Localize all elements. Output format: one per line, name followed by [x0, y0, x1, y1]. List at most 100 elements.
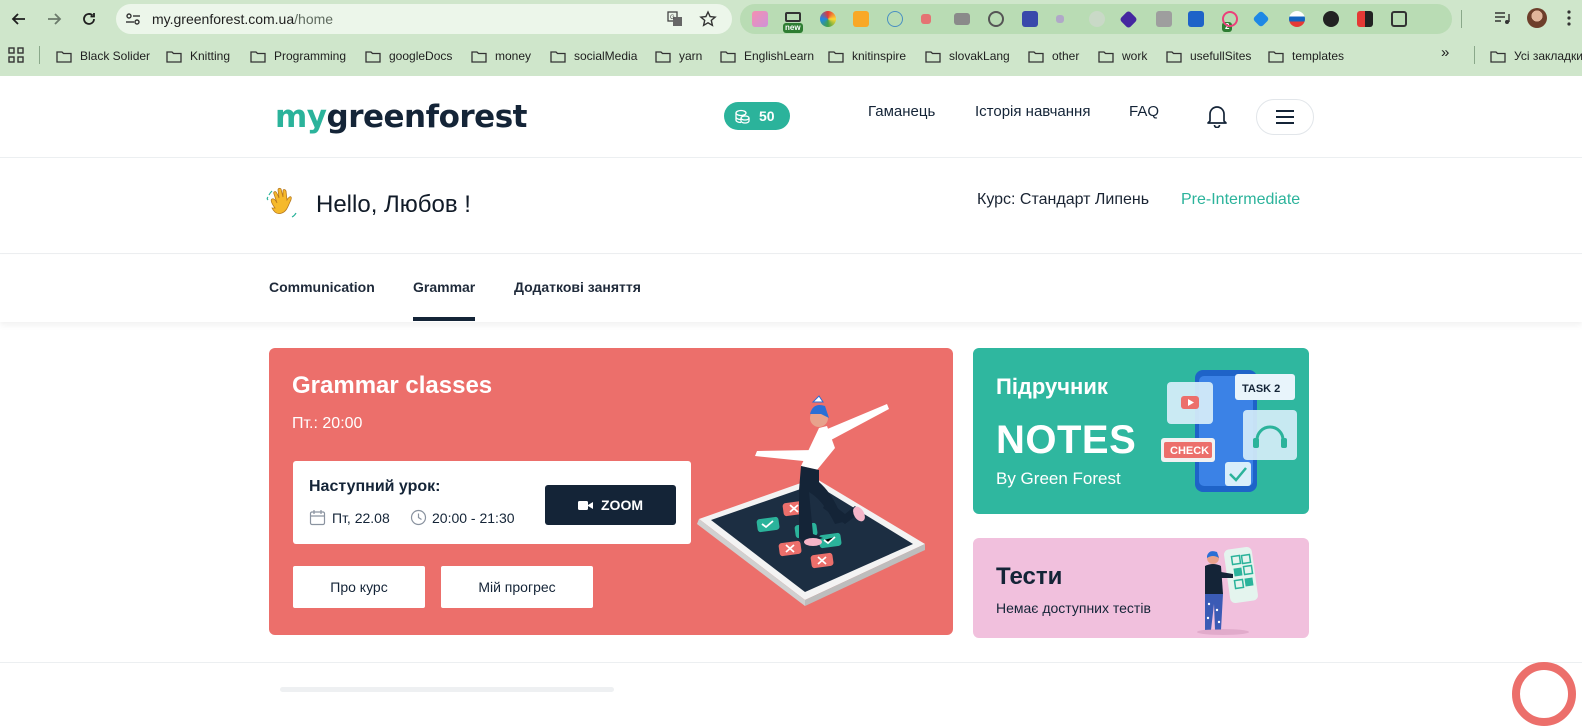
textbook-notes-card[interactable]: Підручник NOTES By Green Forest TASK 2 C… — [973, 348, 1309, 514]
folder-icon — [1268, 50, 1284, 63]
about-course-button[interactable]: Про курс — [293, 566, 425, 608]
greeting-bar: Hello, Любов ! Курс: Стандарт Липень Pre… — [0, 159, 1582, 254]
extensions-puzzle-icon[interactable] — [1391, 11, 1407, 27]
help-chat-button[interactable] — [1512, 662, 1576, 726]
course-name: Курс: Стандарт Липень — [977, 191, 1150, 208]
hamburger-icon — [1276, 110, 1294, 124]
bookmark-folder[interactable]: Black Solider — [56, 47, 150, 65]
bookmark-folder[interactable]: yarn — [655, 47, 702, 65]
tab-additional-classes[interactable]: Додаткові заняття — [514, 279, 641, 295]
bookmark-folder[interactable]: socialMedia — [550, 47, 637, 65]
extension-icon[interactable] — [1056, 15, 1064, 23]
waving-hand-icon — [266, 187, 297, 218]
coins-count: 50 — [759, 108, 775, 124]
extension-icon[interactable] — [1357, 11, 1373, 27]
folder-icon — [250, 50, 266, 63]
video-camera-icon — [578, 500, 593, 510]
extension-icon[interactable] — [1222, 11, 1238, 27]
extension-icon[interactable] — [1252, 10, 1270, 28]
nav-wallet[interactable]: Гаманець — [868, 103, 935, 120]
extension-icon[interactable] — [1323, 11, 1339, 27]
folder-icon — [56, 50, 72, 63]
bookmark-folder[interactable]: Programming — [250, 47, 346, 65]
notes-card-subtitle: By Green Forest — [996, 469, 1121, 488]
logo-greenforest: greenforest — [326, 99, 528, 135]
bell-icon[interactable] — [1206, 104, 1228, 128]
arrow-left-icon — [11, 13, 25, 25]
extension-icon[interactable] — [1022, 11, 1038, 27]
bookmark-label: slovakLang — [949, 49, 1010, 63]
logo[interactable]: mygreenforest — [275, 99, 527, 135]
extension-icon[interactable] — [1156, 11, 1172, 27]
bookmark-label: work — [1122, 49, 1148, 63]
extension-icon[interactable] — [752, 11, 768, 27]
folder-icon — [1166, 50, 1182, 63]
tabs-bar: Communication Grammar Додаткові заняття — [0, 255, 1582, 322]
address-bar[interactable]: my.greenforest.com.ua/home G — [116, 4, 732, 34]
grammar-schedule: Пт.: 20:00 — [292, 415, 363, 432]
nav-learning-history[interactable]: Історія навчання — [975, 103, 1090, 120]
coins-balance-badge[interactable]: 50 — [724, 102, 790, 130]
bookmark-folder[interactable]: other — [1028, 47, 1079, 65]
extension-icon[interactable] — [887, 11, 903, 27]
profile-avatar[interactable] — [1527, 8, 1547, 28]
all-bookmarks-folder[interactable]: Усі закладки — [1490, 47, 1582, 65]
bookmark-folder[interactable]: usefullSites — [1166, 47, 1251, 65]
bookmark-folder[interactable]: templates — [1268, 47, 1344, 65]
site-header: mygreenforest 50 Гаманець Історія навчан… — [0, 76, 1582, 158]
extension-icon[interactable] — [1119, 10, 1138, 29]
extension-icon[interactable] — [853, 11, 869, 27]
kebab-menu-icon[interactable] — [1560, 9, 1578, 27]
extension-icon[interactable] — [1289, 11, 1305, 27]
bookmark-folder[interactable]: work — [1098, 47, 1147, 65]
tab-communication[interactable]: Communication — [269, 279, 375, 295]
tests-card-subtitle: Немає доступних тестів — [996, 600, 1151, 616]
active-tab-indicator — [413, 317, 475, 321]
greeting-text: Hello, Любов ! — [316, 191, 471, 218]
bookmark-folder[interactable]: EnglishLearn — [720, 47, 814, 65]
bookmark-folder[interactable]: googleDocs — [365, 47, 452, 65]
extension-icon[interactable] — [785, 12, 801, 22]
translate-icon[interactable]: G — [667, 11, 683, 27]
bookmark-label: Programming — [274, 49, 347, 63]
tests-card-title: Тести — [996, 563, 1063, 590]
url-domain: my.greenforest.com.ua — [152, 11, 295, 27]
my-progress-button[interactable]: Мій прогрес — [441, 566, 593, 608]
next-lesson-title: Наступний урок: — [309, 478, 441, 495]
bookmark-label: yarn — [679, 49, 703, 63]
extensions-bar: new 2 — [740, 4, 1452, 34]
bookmark-folder[interactable]: Knitting — [166, 47, 230, 65]
bookmarks-overflow-button[interactable]: » — [1441, 44, 1449, 61]
tab-grammar[interactable]: Grammar — [413, 279, 475, 295]
site-settings-icon[interactable] — [125, 11, 141, 27]
bookmark-folder[interactable]: slovakLang — [925, 47, 1010, 65]
person-with-phone-illustration — [1197, 546, 1258, 635]
reload-button[interactable] — [79, 9, 99, 29]
folder-icon — [365, 50, 381, 63]
folder-icon — [1028, 50, 1044, 63]
bookmark-label: Black Solider — [80, 49, 151, 63]
extension-icon[interactable] — [921, 14, 931, 24]
tests-card[interactable]: Тести Немає доступних тестів — [973, 538, 1309, 638]
forward-button[interactable] — [44, 9, 64, 29]
extension-icon[interactable] — [988, 11, 1004, 27]
bookmark-star-icon[interactable] — [699, 10, 717, 28]
nav-faq[interactable]: FAQ — [1129, 103, 1159, 120]
menu-button[interactable] — [1256, 99, 1314, 135]
bookmark-folder[interactable]: money — [471, 47, 531, 65]
bookmark-folder[interactable]: knitinspire — [828, 47, 906, 65]
course-level[interactable]: Pre-Intermediate — [1181, 191, 1300, 209]
next-lesson-box: Наступний урок: Пт, 22.08 20:00 - 21:30 … — [293, 461, 691, 544]
reload-icon — [83, 13, 95, 25]
camera-extension-icon[interactable] — [954, 13, 970, 25]
section-divider — [0, 662, 1582, 663]
extension-icon[interactable] — [820, 11, 836, 27]
bookmark-label: other — [1052, 49, 1080, 63]
zoom-button[interactable]: ZOOM — [545, 485, 676, 525]
extension-badge-new: new — [783, 23, 803, 33]
back-button[interactable] — [9, 9, 29, 29]
next-lesson-date: Пт, 22.08 — [332, 510, 390, 526]
extension-icon[interactable] — [1188, 11, 1204, 27]
extension-icon[interactable] — [1089, 11, 1105, 27]
media-control-icon[interactable] — [1493, 9, 1511, 27]
